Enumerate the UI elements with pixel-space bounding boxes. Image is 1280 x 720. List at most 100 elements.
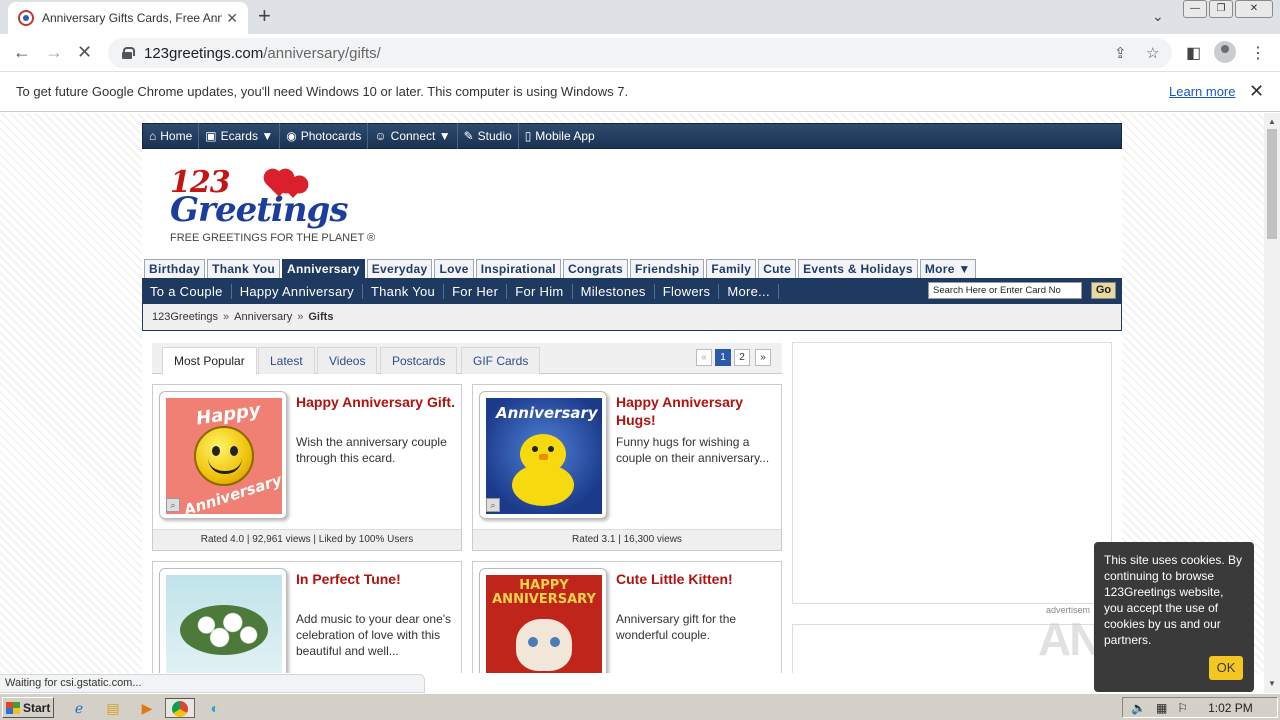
card-description: Anniversary gift for the wonderful coupl… (616, 612, 737, 642)
system-tray: 🔈 ▦ ⚐ 1:02 PM (1122, 697, 1278, 718)
close-window-button[interactable]: ✕ (1235, 0, 1273, 18)
category-anniversary[interactable]: Anniversary (282, 259, 365, 278)
category-cute[interactable]: Cute (758, 259, 797, 278)
tab-videos[interactable]: Videos (317, 347, 378, 374)
internet-explorer-icon[interactable]: ℯ (68, 698, 90, 718)
share-icon[interactable]: ⇪ (1114, 44, 1127, 62)
bookmark-star-icon[interactable]: ☆ (1146, 44, 1159, 62)
zoom-icon[interactable]: ⌕ (166, 498, 180, 512)
infobar-close-icon[interactable]: ✕ (1249, 81, 1264, 102)
tab-search-chevron-icon[interactable]: ⌄ (1152, 8, 1164, 25)
card-thumbnail[interactable]: HAPPY ANNIVERSARY ⌕ (479, 568, 607, 673)
category-friendship[interactable]: Friendship (630, 259, 705, 278)
tab-gif-cards[interactable]: GIF Cards (461, 347, 541, 374)
lock-icon[interactable] (122, 47, 135, 59)
chrome-taskbar-icon[interactable] (165, 698, 195, 718)
breadcrumb-anniversary[interactable]: Anniversary (234, 311, 292, 323)
category-birthday[interactable]: Birthday (144, 259, 206, 278)
card-thumbnail[interactable]: Happy Anniversary ⌕ (159, 391, 287, 519)
action-center-flag-icon[interactable]: ⚐ (1177, 701, 1188, 715)
card-title[interactable]: Happy Anniversary Hugs! (616, 393, 776, 429)
subnav-flowers[interactable]: Flowers (655, 283, 720, 299)
browser-tab[interactable]: Anniversary Gifts Cards, Free Anniv ✕ (8, 2, 248, 34)
address-bar[interactable]: 123greetings.com/anniversary/gifts/ ⇪ ☆ (108, 38, 1172, 68)
card-description: Add music to your dear one's celebration… (296, 612, 452, 658)
card-title[interactable]: In Perfect Tune! (296, 570, 456, 588)
tab-most-popular[interactable]: Most Popular (162, 347, 257, 374)
profile-avatar-icon[interactable] (1214, 41, 1236, 63)
pager-page-2[interactable]: 2 (734, 349, 750, 366)
card-item[interactable]: Anniversary ⌕ Happy Anniversary Hugs! Fu… (472, 384, 782, 551)
start-button[interactable]: Start (2, 697, 54, 718)
volume-icon[interactable]: 🔈 (1131, 701, 1146, 715)
subnav-to-a-couple[interactable]: To a Couple (142, 283, 232, 299)
subnav-for-him[interactable]: For Him (507, 283, 573, 299)
advertisement-slot[interactable] (792, 342, 1112, 604)
flowers-thumbnail (166, 575, 282, 673)
restore-button[interactable]: ❐ (1209, 0, 1233, 18)
subnav-milestones[interactable]: Milestones (573, 283, 655, 299)
stop-loading-icon[interactable]: ✕ (77, 43, 92, 61)
breadcrumb-home[interactable]: 123Greetings (152, 311, 218, 323)
taskbar-clock[interactable]: 1:02 PM (1208, 701, 1253, 715)
zoom-icon[interactable]: ⌕ (486, 498, 500, 512)
status-bar: Waiting for csi.gstatic.com... (0, 674, 425, 693)
edge-icon[interactable]: ◐ (204, 698, 226, 718)
subnav-happy-anniversary[interactable]: Happy Anniversary (232, 283, 363, 299)
pager-page-1[interactable]: 1 (715, 349, 731, 366)
category-tabs: Birthday Thank You Anniversary Everyday … (144, 259, 976, 278)
card-item[interactable]: HAPPY ANNIVERSARY ⌕ Cute Little Kitten! … (472, 561, 782, 673)
nav-connect[interactable]: ☺ Connect ▼ (368, 123, 458, 149)
card-rating: Rated 4.0 | 92,961 views | Liked by 100%… (153, 529, 461, 550)
side-panel-icon[interactable]: ◧ (1186, 43, 1201, 63)
cookie-ok-button[interactable]: OK (1209, 656, 1243, 680)
tab-latest[interactable]: Latest (258, 347, 315, 374)
file-explorer-icon[interactable]: ▤ (102, 698, 124, 718)
minimize-button[interactable]: — (1183, 0, 1207, 18)
menu-kebab-icon[interactable]: ⋮ (1250, 43, 1266, 63)
back-arrow-icon[interactable]: ← (13, 43, 31, 61)
card-search-input[interactable]: Search Here or Enter Card No (928, 282, 1082, 299)
category-more[interactable]: More ▼ (919, 259, 976, 278)
subnav-thank-you[interactable]: Thank You (363, 283, 445, 299)
nav-photocards[interactable]: ◉ Photocards (280, 123, 369, 149)
breadcrumb-current: Gifts (308, 311, 334, 323)
scrollbar-thumb[interactable] (1267, 129, 1277, 239)
category-congrats[interactable]: Congrats (562, 259, 629, 278)
category-events-holidays[interactable]: Events & Holidays (798, 259, 918, 278)
card-thumbnail[interactable]: Anniversary ⌕ (479, 391, 607, 519)
scroll-down-icon[interactable]: ▼ (1268, 679, 1276, 688)
card-item[interactable]: Happy Anniversary ⌕ Happy Anniversary Gi… (152, 384, 462, 551)
nav-mobile-app[interactable]: ▯ Mobile App (519, 123, 601, 149)
nav-home[interactable]: ⌂ Home (143, 123, 200, 149)
card-title[interactable]: Happy Anniversary Gift. (296, 393, 456, 411)
category-love[interactable]: Love (434, 259, 474, 278)
subnav-more[interactable]: More... (719, 283, 779, 299)
scroll-up-icon[interactable]: ▲ (1268, 117, 1276, 126)
tab-postcards[interactable]: Postcards (380, 347, 458, 374)
media-player-icon[interactable]: ▶ (136, 698, 158, 718)
category-family[interactable]: Family (706, 259, 757, 278)
category-everyday[interactable]: Everyday (366, 259, 433, 278)
card-item[interactable]: In Perfect Tune! Add music to your dear … (152, 561, 462, 673)
card-thumbnail[interactable] (159, 568, 287, 673)
tab-close-icon[interactable]: ✕ (226, 10, 238, 27)
subnav-for-her[interactable]: For Her (444, 283, 508, 299)
new-tab-button[interactable]: + (258, 5, 271, 27)
pager-next[interactable]: » (755, 349, 771, 366)
logo-tagline: FREE GREETINGS FOR THE PLANET ® (170, 232, 376, 244)
page-scrollbar[interactable]: ▲ ▼ (1264, 113, 1280, 693)
content-tabs: Most Popular Latest Videos Postcards GIF… (152, 343, 782, 374)
nav-studio[interactable]: ✎ Studio (458, 123, 519, 149)
category-thank-you[interactable]: Thank You (207, 259, 281, 278)
nav-ecards[interactable]: ▣ Ecards ▼ (199, 123, 281, 149)
chick-body (512, 464, 574, 506)
card-title[interactable]: Cute Little Kitten! (616, 570, 776, 588)
network-icon[interactable]: ▦ (1156, 701, 1167, 715)
pager-prev[interactable]: « (696, 349, 712, 366)
forward-arrow-icon[interactable]: → (45, 43, 63, 61)
camera-icon: ◉ (286, 129, 297, 143)
learn-more-link[interactable]: Learn more (1169, 84, 1235, 99)
category-inspirational[interactable]: Inspirational (475, 259, 561, 278)
search-go-button[interactable]: Go (1091, 282, 1116, 299)
